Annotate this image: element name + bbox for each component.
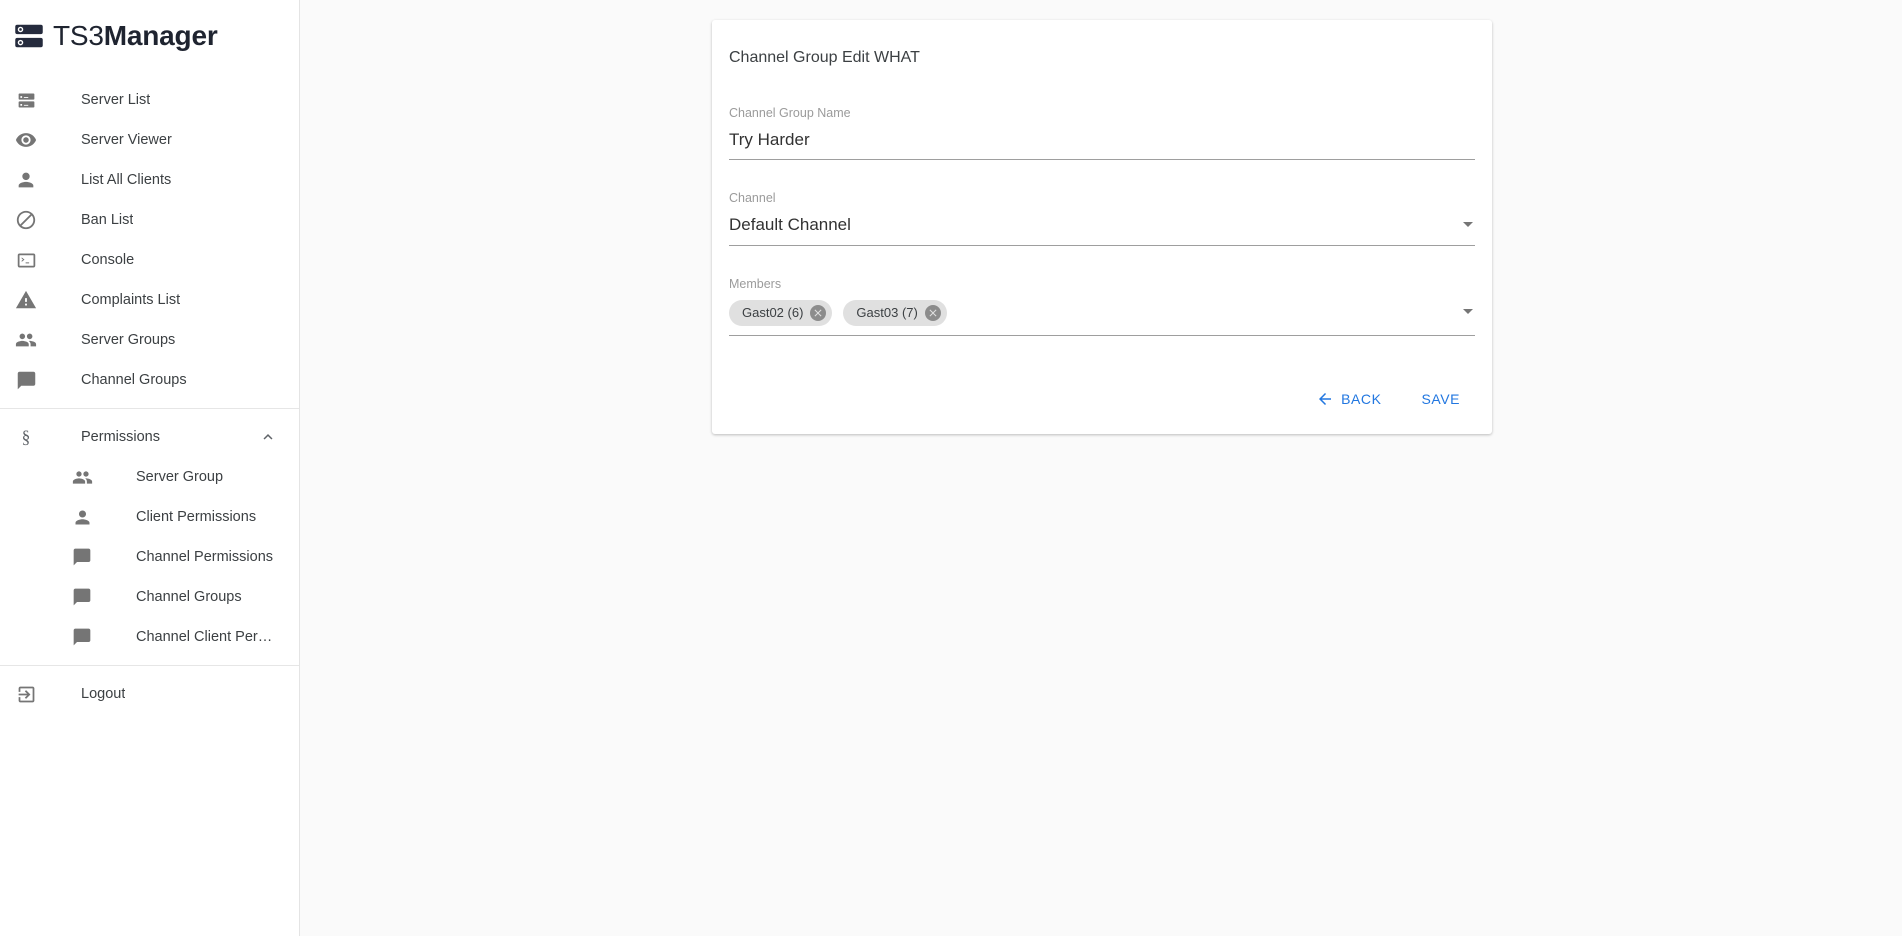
warning-icon (14, 288, 38, 312)
sidebar-item-label: Complaints List (81, 292, 180, 308)
person-icon (70, 505, 94, 529)
sidebar-subitem-label: Server Group (136, 469, 223, 485)
sidebar-item-label: Server List (81, 92, 150, 108)
sidebar-item-permissions[interactable]: § Permissions (0, 417, 299, 457)
sidebar-divider-permissions (0, 408, 299, 409)
exit-to-app-icon (14, 682, 38, 706)
sidebar-subitem-channel-groups[interactable]: Channel Groups (0, 577, 299, 617)
dropdown-arrow-icon[interactable] (1463, 309, 1473, 314)
field-channel: Channel Default Channel (729, 191, 1475, 245)
sidebar-subitem-channel-permissions[interactable]: Channel Permissions (0, 537, 299, 577)
field-channel-group-name: Channel Group Name Try Harder (729, 106, 1475, 160)
back-button[interactable]: BACK (1301, 381, 1396, 417)
dropdown-arrow-icon[interactable] (1463, 222, 1473, 227)
sidebar-item-label: List All Clients (81, 172, 171, 188)
members-chip-list: Gast02 (6) Gast03 (7) (729, 300, 1463, 326)
dns-icon (14, 88, 38, 112)
sidebar-item-console[interactable]: Console (0, 240, 299, 280)
sidebar-item-complaints-list[interactable]: Complaints List (0, 280, 299, 320)
sidebar-nav: Server List Server Viewer List All Clien… (0, 72, 299, 714)
sidebar-subitem-client-permissions[interactable]: Client Permissions (0, 497, 299, 537)
brand-name-bold: Manager (104, 20, 218, 51)
save-button[interactable]: SAVE (1406, 382, 1475, 416)
section-sign-icon: § (14, 425, 38, 449)
channel-group-name-input-wrapper[interactable]: Try Harder (729, 129, 1475, 160)
terminal-icon (14, 248, 38, 272)
sidebar-item-logout[interactable]: Logout (0, 674, 299, 714)
sidebar-subitem-label: Channel Client Permissio… (136, 629, 276, 645)
sidebar-item-list-all-clients[interactable]: List All Clients (0, 160, 299, 200)
chevron-up-icon[interactable] (259, 428, 277, 446)
app-root: TS3Manager Server List Server Viewer (0, 0, 1902, 936)
sidebar-item-server-list[interactable]: Server List (0, 80, 299, 120)
sidebar-subitem-channel-client-permissions[interactable]: Channel Client Permissio… (0, 617, 299, 657)
sidebar-subitem-label: Channel Groups (136, 589, 242, 605)
channel-select[interactable]: Default Channel (729, 214, 1475, 245)
sidebar-item-label: Server Viewer (81, 132, 172, 148)
chat-icon (70, 545, 94, 569)
svg-text:§: § (22, 427, 31, 447)
sidebar-subitem-label: Client Permissions (136, 509, 256, 525)
sidebar-divider-logout (0, 665, 299, 666)
arrow-back-icon (1316, 390, 1334, 408)
brand-name-light: TS3 (53, 20, 104, 51)
brand-logo: TS3Manager (0, 0, 299, 72)
members-label: Members (729, 277, 1475, 292)
back-button-label: BACK (1341, 391, 1381, 407)
people-icon (70, 465, 94, 489)
brand-title: TS3Manager (53, 22, 218, 50)
member-chip-label: Gast02 (6) (742, 306, 803, 319)
block-icon (14, 208, 38, 232)
sidebar: TS3Manager Server List Server Viewer (0, 0, 300, 936)
card-actions: BACK SAVE (729, 367, 1475, 434)
sidebar-item-label: Permissions (81, 429, 160, 445)
sidebar-item-ban-list[interactable]: Ban List (0, 200, 299, 240)
channel-group-edit-card: Channel Group Edit WHAT Channel Group Na… (712, 20, 1492, 434)
sidebar-item-label: Server Groups (81, 332, 175, 348)
members-select[interactable]: Gast02 (6) Gast03 (7) (729, 300, 1475, 336)
field-members: Members Gast02 (6) Gast03 (7) (729, 277, 1475, 336)
people-icon (14, 328, 38, 352)
channel-group-name-input[interactable]: Try Harder (729, 129, 1475, 150)
sidebar-item-channel-groups[interactable]: Channel Groups (0, 360, 299, 400)
cancel-icon[interactable] (925, 305, 941, 321)
sidebar-item-label: Ban List (81, 212, 133, 228)
sidebar-subitem-server-group[interactable]: Server Group (0, 457, 299, 497)
member-chip[interactable]: Gast02 (6) (729, 300, 832, 326)
main-content: Channel Group Edit WHAT Channel Group Na… (300, 0, 1902, 936)
person-icon (14, 168, 38, 192)
page-title: Channel Group Edit WHAT (729, 48, 1475, 67)
dns-server-icon (14, 21, 44, 51)
channel-group-name-label: Channel Group Name (729, 106, 1475, 121)
sidebar-item-label: Console (81, 252, 134, 268)
member-chip-label: Gast03 (7) (856, 306, 917, 319)
sidebar-item-server-groups[interactable]: Server Groups (0, 320, 299, 360)
chat-icon (14, 368, 38, 392)
sidebar-item-label: Logout (81, 686, 125, 702)
chat-icon (70, 625, 94, 649)
visibility-icon (14, 128, 38, 152)
sidebar-subitem-label: Channel Permissions (136, 549, 273, 565)
channel-label: Channel (729, 191, 1475, 206)
member-chip[interactable]: Gast03 (7) (843, 300, 946, 326)
chat-icon (70, 585, 94, 609)
sidebar-item-server-viewer[interactable]: Server Viewer (0, 120, 299, 160)
channel-selected-value: Default Channel (729, 214, 1463, 235)
sidebar-item-label: Channel Groups (81, 372, 187, 388)
cancel-icon[interactable] (810, 305, 826, 321)
save-button-label: SAVE (1421, 391, 1460, 407)
